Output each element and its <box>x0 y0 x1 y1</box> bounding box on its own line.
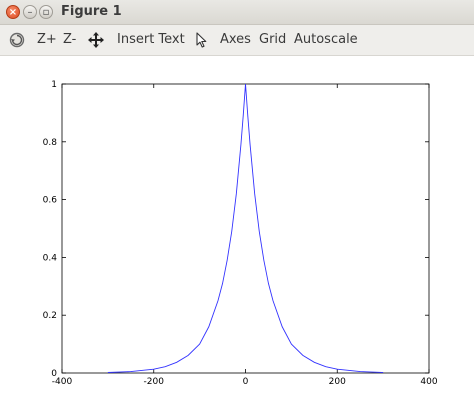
x-tick-label: 200 <box>329 377 346 387</box>
figure-toolbar: Z+ Z- Insert Text Axes Grid Autoscale <box>0 25 474 56</box>
axes-button[interactable]: Axes <box>220 25 251 55</box>
x-tick-label: 0 <box>243 377 249 387</box>
y-tick-label: 0.2 <box>43 311 57 321</box>
pointer-icon[interactable] <box>193 31 211 49</box>
y-tick-label: 0.6 <box>43 196 58 206</box>
zoom-out-button[interactable]: Z- <box>63 25 76 55</box>
insert-text-button[interactable]: Insert Text <box>117 25 185 55</box>
pan-arrows-icon[interactable] <box>87 31 105 49</box>
plot-canvas[interactable]: -400 -200 0 200 40000.20.40.60.81 <box>0 56 474 413</box>
rotate-icon[interactable] <box>8 31 26 49</box>
title-bar: × – ▫ Figure 1 <box>0 0 474 25</box>
x-tick-label: -200 <box>144 377 165 387</box>
x-tick-label: 400 <box>420 377 437 387</box>
tick-marks <box>61 83 430 374</box>
figure-window: × – ▫ Figure 1 Z+ Z- Insert Text Axes Gr… <box>0 0 474 413</box>
axes <box>61 83 430 374</box>
y-tick-label: 0.8 <box>43 138 58 148</box>
tick-labels: -400 -200 0 200 40000.20.40.60.81 <box>43 80 438 387</box>
close-window-button[interactable]: × <box>6 5 20 19</box>
autoscale-button[interactable]: Autoscale <box>294 25 358 55</box>
y-tick-label: 0.4 <box>43 253 58 263</box>
window-title: Figure 1 <box>61 4 122 19</box>
axes-box <box>61 83 430 374</box>
grid-button[interactable]: Grid <box>259 25 286 55</box>
y-tick-label: 1 <box>51 80 57 90</box>
series-line <box>107 83 384 373</box>
minimize-window-button[interactable]: – <box>23 5 37 19</box>
zoom-in-button[interactable]: Z+ <box>37 25 57 55</box>
y-tick-label: 0 <box>51 369 57 379</box>
maximize-window-button[interactable]: ▫ <box>39 5 53 19</box>
